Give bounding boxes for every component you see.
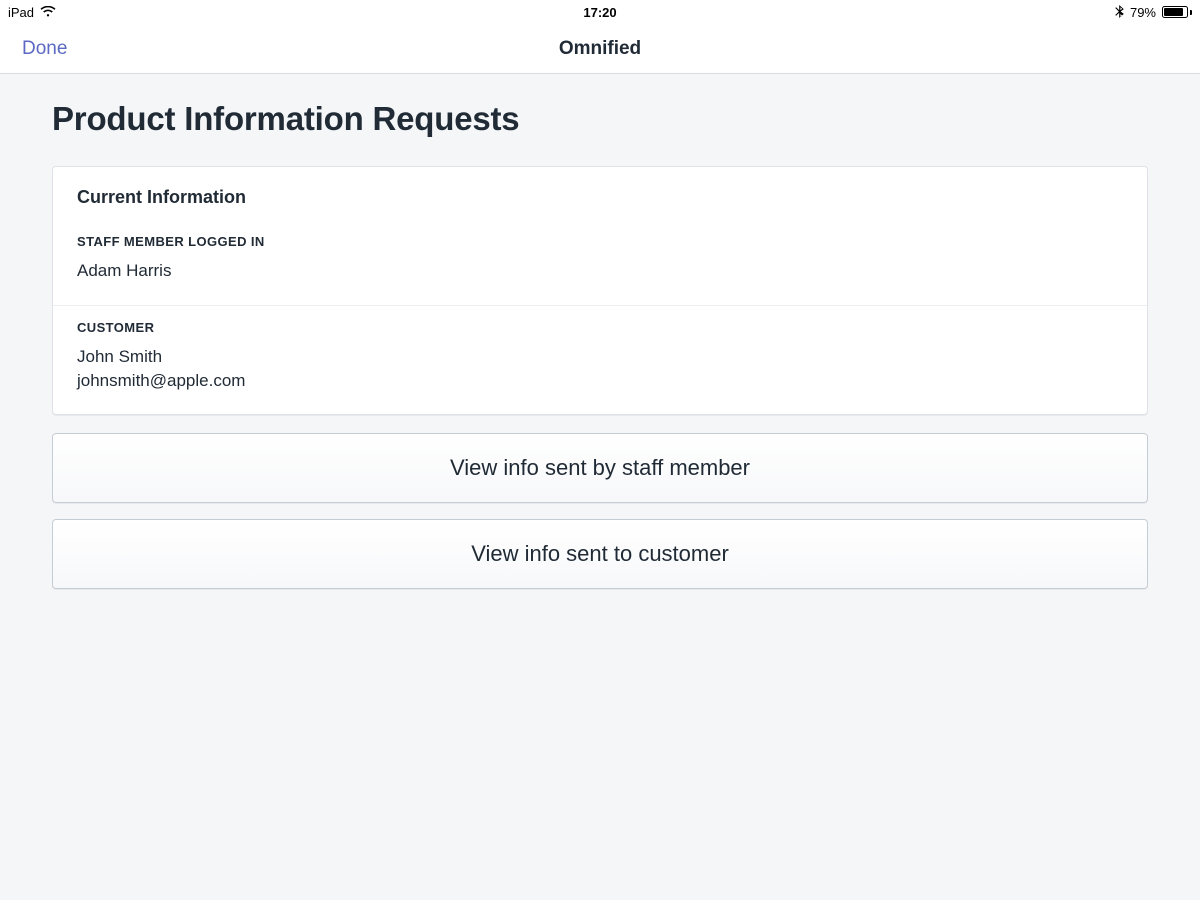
customer-value: John Smith johnsmith@apple.com — [77, 345, 1123, 393]
battery-percent: 79% — [1130, 5, 1156, 20]
customer-label: CUSTOMER — [77, 320, 1123, 335]
view-staff-info-label: View info sent by staff member — [450, 455, 750, 481]
status-time: 17:20 — [583, 5, 616, 20]
current-info-card: Current Information STAFF MEMBER LOGGED … — [52, 166, 1148, 415]
customer-name: John Smith — [77, 345, 1123, 369]
view-customer-info-button[interactable]: View info sent to customer — [52, 519, 1148, 589]
staff-name: Adam Harris — [77, 259, 1123, 283]
staff-section: STAFF MEMBER LOGGED IN Adam Harris — [53, 220, 1147, 305]
customer-section: CUSTOMER John Smith johnsmith@apple.com — [53, 305, 1147, 415]
device-label: iPad — [8, 5, 34, 20]
content-area: Product Information Requests Current Inf… — [0, 74, 1200, 645]
wifi-icon — [40, 6, 56, 18]
done-button[interactable]: Done — [22, 38, 67, 60]
status-bar: iPad 17:20 79% — [0, 0, 1200, 24]
card-header: Current Information — [53, 167, 1147, 220]
bluetooth-icon — [1115, 5, 1124, 19]
view-customer-info-label: View info sent to customer — [471, 541, 729, 567]
staff-label: STAFF MEMBER LOGGED IN — [77, 234, 1123, 249]
nav-title: Omnified — [559, 38, 641, 60]
nav-bar: Done Omnified — [0, 24, 1200, 74]
view-staff-info-button[interactable]: View info sent by staff member — [52, 433, 1148, 503]
customer-email: johnsmith@apple.com — [77, 369, 1123, 393]
battery-icon — [1162, 6, 1192, 18]
page-title: Product Information Requests — [52, 100, 1148, 138]
